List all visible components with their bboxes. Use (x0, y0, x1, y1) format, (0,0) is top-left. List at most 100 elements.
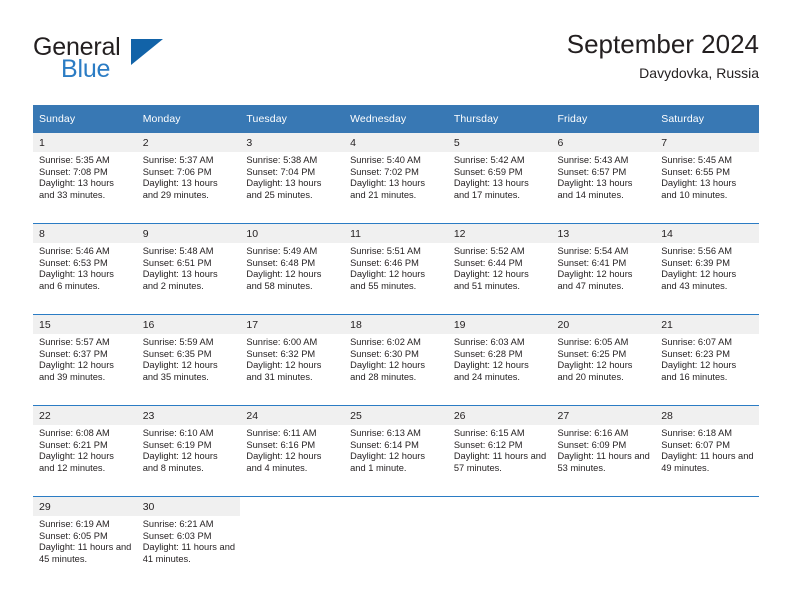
day-number[interactable]: 15 (33, 314, 137, 334)
sunset-text: Sunset: 6:57 PM (557, 166, 627, 177)
sunrise-text: Sunrise: 6:02 AM (350, 337, 421, 347)
day-number[interactable]: 10 (240, 223, 345, 243)
day-number[interactable]: 13 (551, 223, 656, 243)
daylight-text: Daylight: 13 hours and 29 minutes. (142, 178, 218, 200)
daylight-text: Daylight: 11 hours and 45 minutes. (39, 542, 132, 564)
day-number[interactable]: 14 (655, 223, 759, 243)
day-number[interactable]: 12 (447, 223, 552, 243)
day-number[interactable]: 20 (551, 314, 656, 334)
day-number[interactable]: 17 (240, 314, 345, 334)
day-number[interactable]: 7 (655, 133, 759, 152)
week-row-details: Sunrise: 5:35 AM Sunset: 7:08 PM Dayligh… (33, 152, 759, 224)
day-cell[interactable]: Sunrise: 5:42 AM Sunset: 6:59 PM Dayligh… (447, 152, 552, 224)
daylight-text: Daylight: 12 hours and 39 minutes. (39, 360, 114, 382)
day-cell[interactable]: Sunrise: 6:05 AM Sunset: 6:25 PM Dayligh… (551, 334, 656, 406)
day-cell[interactable]: Sunrise: 6:21 AM Sunset: 6:03 PM Dayligh… (136, 516, 241, 587)
daylight-text: Daylight: 11 hours and 53 minutes. (557, 451, 650, 473)
day-cell[interactable]: Sunrise: 6:13 AM Sunset: 6:14 PM Dayligh… (344, 425, 448, 497)
day-cell[interactable]: Sunrise: 5:52 AM Sunset: 6:44 PM Dayligh… (447, 243, 552, 315)
day-cell[interactable]: Sunrise: 5:43 AM Sunset: 6:57 PM Dayligh… (551, 152, 656, 224)
day-number[interactable]: 24 (240, 405, 345, 425)
day-cell[interactable]: Sunrise: 6:11 AM Sunset: 6:16 PM Dayligh… (240, 425, 345, 497)
day-cell[interactable]: Sunrise: 5:48 AM Sunset: 6:51 PM Dayligh… (136, 243, 241, 315)
day-cell[interactable]: Sunrise: 5:54 AM Sunset: 6:41 PM Dayligh… (551, 243, 656, 315)
daylight-text: Daylight: 13 hours and 10 minutes. (661, 178, 737, 200)
week-row-details: Sunrise: 5:57 AM Sunset: 6:37 PM Dayligh… (33, 334, 759, 406)
week-row-details: Sunrise: 5:46 AM Sunset: 6:53 PM Dayligh… (33, 243, 759, 315)
triangle-logo-icon (131, 39, 163, 65)
day-number[interactable]: 29 (33, 496, 137, 516)
day-number[interactable]: 26 (447, 405, 552, 425)
day-cell[interactable]: Sunrise: 5:57 AM Sunset: 6:37 PM Dayligh… (33, 334, 137, 406)
day-number[interactable]: 6 (551, 133, 656, 152)
day-cell[interactable]: Sunrise: 5:46 AM Sunset: 6:53 PM Dayligh… (33, 243, 137, 315)
brand-logo[interactable]: General Blue (33, 34, 233, 90)
day-number[interactable]: 21 (655, 314, 759, 334)
day-number[interactable]: 27 (551, 405, 656, 425)
day-number[interactable]: 5 (447, 133, 552, 152)
sunset-text: Sunset: 6:55 PM (661, 166, 730, 177)
sunset-text: Sunset: 6:14 PM (350, 439, 419, 450)
day-cell[interactable]: Sunrise: 5:59 AM Sunset: 6:35 PM Dayligh… (136, 334, 241, 406)
day-cell[interactable]: Sunrise: 6:03 AM Sunset: 6:28 PM Dayligh… (447, 334, 552, 406)
day-number[interactable]: 16 (136, 314, 241, 334)
day-number[interactable]: 23 (136, 405, 241, 425)
sunrise-text: Sunrise: 5:40 AM (350, 155, 421, 165)
daylight-text: Daylight: 11 hours and 57 minutes. (453, 451, 547, 473)
sunset-text: Sunset: 7:06 PM (142, 166, 212, 177)
day-cell[interactable]: Sunrise: 6:00 AM Sunset: 6:32 PM Dayligh… (240, 334, 345, 406)
day-number[interactable]: 18 (344, 314, 448, 334)
day-cell[interactable]: Sunrise: 5:56 AM Sunset: 6:39 PM Dayligh… (655, 243, 759, 315)
day-cell[interactable]: Sunrise: 6:10 AM Sunset: 6:19 PM Dayligh… (136, 425, 241, 497)
day-cell[interactable]: Sunrise: 5:45 AM Sunset: 6:55 PM Dayligh… (655, 152, 759, 224)
day-cell-empty (344, 516, 448, 587)
daylight-text: Daylight: 12 hours and 47 minutes. (557, 269, 633, 291)
day-cell[interactable]: Sunrise: 5:40 AM Sunset: 7:02 PM Dayligh… (344, 152, 448, 224)
day-number[interactable]: 9 (136, 223, 241, 243)
day-number[interactable]: 30 (136, 496, 241, 516)
day-cell[interactable]: Sunrise: 6:18 AM Sunset: 6:07 PM Dayligh… (655, 425, 759, 497)
day-number[interactable]: 4 (344, 133, 448, 152)
sunrise-text: Sunrise: 5:42 AM (453, 155, 525, 165)
daylight-text: Daylight: 12 hours and 58 minutes. (246, 269, 322, 291)
day-cell[interactable]: Sunrise: 6:19 AM Sunset: 6:05 PM Dayligh… (33, 516, 137, 587)
sunrise-text: Sunrise: 5:49 AM (246, 246, 318, 256)
day-cell-empty (447, 516, 552, 587)
sunset-text: Sunset: 6:41 PM (557, 257, 627, 268)
day-number[interactable]: 11 (344, 223, 448, 243)
day-cell-empty (551, 496, 656, 516)
day-number[interactable]: 28 (655, 405, 759, 425)
day-cell[interactable]: Sunrise: 5:49 AM Sunset: 6:48 PM Dayligh… (240, 243, 345, 315)
day-number[interactable]: 22 (33, 405, 137, 425)
daylight-text: Daylight: 13 hours and 33 minutes. (39, 178, 114, 200)
day-cell[interactable]: Sunrise: 5:38 AM Sunset: 7:04 PM Dayligh… (240, 152, 345, 224)
sunset-text: Sunset: 6:44 PM (453, 257, 523, 268)
day-number[interactable]: 2 (136, 133, 241, 152)
day-cell[interactable]: Sunrise: 5:37 AM Sunset: 7:06 PM Dayligh… (136, 152, 241, 224)
week-row-details: Sunrise: 6:08 AM Sunset: 6:21 PM Dayligh… (33, 425, 759, 497)
daylight-text: Daylight: 13 hours and 2 minutes. (142, 269, 218, 291)
sunset-text: Sunset: 6:09 PM (557, 439, 627, 450)
daylight-text: Daylight: 13 hours and 14 minutes. (557, 178, 633, 200)
sunrise-text: Sunrise: 6:03 AM (453, 337, 525, 347)
day-cell[interactable]: Sunrise: 6:02 AM Sunset: 6:30 PM Dayligh… (344, 334, 448, 406)
sunset-text: Sunset: 7:04 PM (246, 166, 316, 177)
day-number[interactable]: 1 (33, 133, 137, 152)
day-cell[interactable]: Sunrise: 6:16 AM Sunset: 6:09 PM Dayligh… (551, 425, 656, 497)
sunset-text: Sunset: 6:21 PM (39, 439, 108, 450)
day-cell[interactable]: Sunrise: 5:51 AM Sunset: 6:46 PM Dayligh… (344, 243, 448, 315)
day-cell[interactable]: Sunrise: 6:08 AM Sunset: 6:21 PM Dayligh… (33, 425, 137, 497)
day-number[interactable]: 25 (344, 405, 448, 425)
week-row-daynumbers: 1 2 3 4 5 6 7 (33, 133, 759, 152)
day-number[interactable]: 8 (33, 223, 137, 243)
day-cell[interactable]: Sunrise: 6:07 AM Sunset: 6:23 PM Dayligh… (655, 334, 759, 406)
daylight-text: Daylight: 13 hours and 21 minutes. (350, 178, 426, 200)
sunset-text: Sunset: 6:05 PM (39, 530, 108, 541)
sunrise-text: Sunrise: 6:18 AM (661, 428, 733, 438)
day-number[interactable]: 3 (240, 133, 345, 152)
day-cell[interactable]: Sunrise: 5:35 AM Sunset: 7:08 PM Dayligh… (33, 152, 137, 224)
calendar-body: 1 2 3 4 5 6 7 Sunrise: 5:35 AM Sunset: 7… (33, 133, 759, 587)
sunset-text: Sunset: 6:07 PM (661, 439, 730, 450)
day-number[interactable]: 19 (447, 314, 552, 334)
day-cell[interactable]: Sunrise: 6:15 AM Sunset: 6:12 PM Dayligh… (447, 425, 552, 497)
